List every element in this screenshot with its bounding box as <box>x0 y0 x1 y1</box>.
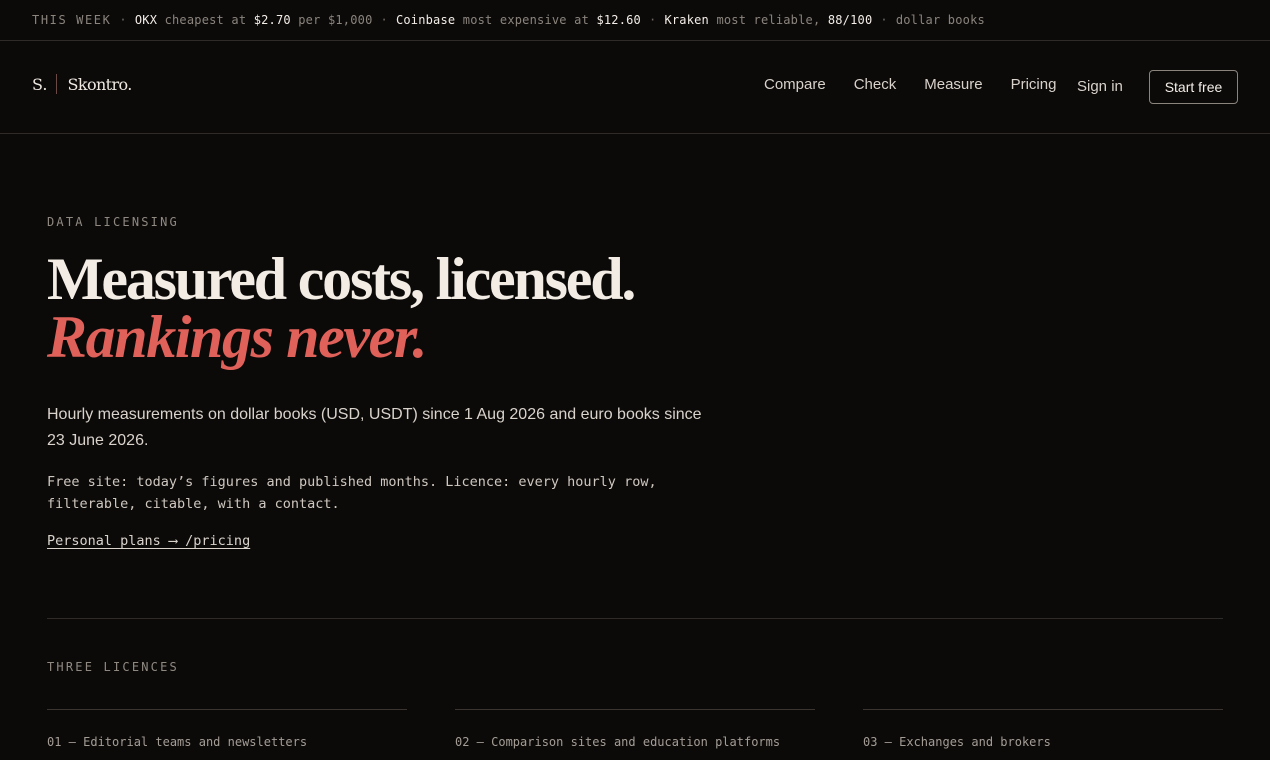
ticker-value: $2.70 <box>253 13 291 27</box>
ticker-separator: · <box>119 13 127 27</box>
ticker-value: $12.60 <box>596 13 641 27</box>
licence-card-exchanges[interactable]: 03 — Exchanges and brokers <box>863 709 1223 749</box>
brand-mark: S. <box>32 74 48 94</box>
hero-lede: Hourly measurements on dollar books (USD… <box>47 406 702 449</box>
brand-name: Skontro. <box>67 74 132 94</box>
sign-in-link[interactable]: Sign in <box>1077 78 1123 95</box>
licence-card-editorial[interactable]: 01 — Editorial teams and newsletters <box>47 709 407 749</box>
licence-title: 03 — Exchanges and brokers <box>863 735 1051 749</box>
nav-measure[interactable]: Measure <box>924 76 982 93</box>
ticker-separator: · <box>649 13 657 27</box>
site-header: S. Skontro. Compare Check Measure Pricin… <box>0 41 1270 134</box>
headline-accent: Rankings never. <box>47 304 427 370</box>
hero-eyebrow: DATA LICENSING <box>47 215 179 229</box>
ticker-separator: · <box>880 13 888 27</box>
brand-divider <box>56 74 58 94</box>
start-free-button[interactable]: Start free <box>1149 70 1238 104</box>
nav-check[interactable]: Check <box>854 76 897 93</box>
hero-headline: Measured costs, licensed. Rankings never… <box>47 249 767 367</box>
personal-plans-link[interactable]: Personal plans ⟶ /pricing <box>47 533 250 549</box>
hero-note: Free site: today’s figures and published… <box>47 474 657 512</box>
ticker-exchange-name: Coinbase <box>395 13 456 27</box>
ticker-suffix: per $1,000 <box>298 13 373 27</box>
licence-title: 02 — Comparison sites and education plat… <box>455 735 781 749</box>
ticker-separator: · <box>380 13 388 27</box>
ticker-text: most reliable, <box>716 13 821 27</box>
ticker-bar: THIS WEEK · OKX cheapest at $2.70 per $1… <box>0 0 1270 41</box>
nav-pricing[interactable]: Pricing <box>1011 76 1057 93</box>
ticker-exchange-name: OKX <box>134 13 158 27</box>
ticker-value: 88/100 <box>827 13 873 27</box>
headline-main: Measured costs, licensed. <box>47 246 636 312</box>
section-divider <box>47 618 1223 619</box>
licence-card-comparison[interactable]: 02 — Comparison sites and education plat… <box>455 709 815 749</box>
ticker-tail: dollar books <box>895 13 985 27</box>
ticker-label: THIS WEEK <box>32 13 112 27</box>
licences-label: THREE LICENCES <box>47 660 179 674</box>
ticker-text: most expensive at <box>462 13 589 27</box>
licence-title: 01 — Editorial teams and newsletters <box>47 735 308 749</box>
ticker-text: cheapest at <box>164 13 247 27</box>
main-nav: Compare Check Measure Pricing <box>764 76 1056 93</box>
ticker-exchange-name: Kraken <box>664 13 709 27</box>
brand-logo[interactable]: S. Skontro. <box>32 74 132 94</box>
nav-compare[interactable]: Compare <box>764 76 826 93</box>
